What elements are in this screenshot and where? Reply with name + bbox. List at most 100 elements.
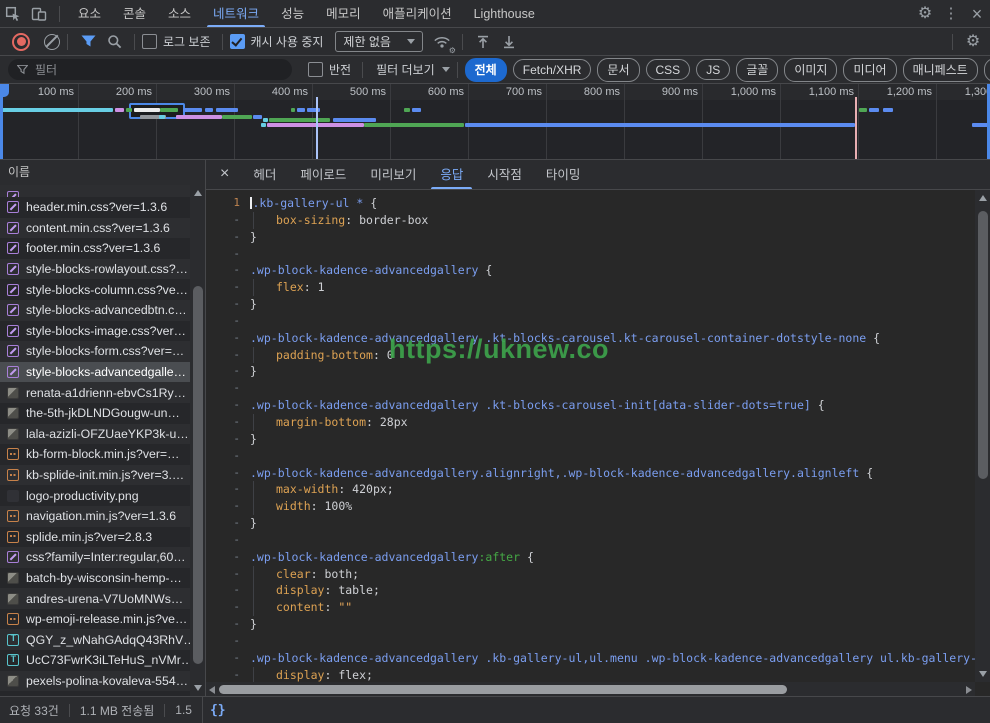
detail-tab-6[interactable]: 타이밍 — [534, 160, 593, 189]
request-row-10[interactable]: style-blocks-advancedgalle… — [0, 362, 190, 383]
network-overview-timeline[interactable]: 100 ms200 ms300 ms400 ms500 ms600 ms700 … — [0, 84, 990, 160]
timeline-gridline — [78, 84, 79, 159]
hscrollbar-thumb[interactable] — [219, 685, 787, 694]
detail-tab-4[interactable]: 응답 — [428, 160, 475, 189]
overview-left-handle-tab[interactable] — [0, 84, 9, 97]
import-har-icon[interactable] — [470, 31, 496, 53]
script-file-icon — [7, 531, 19, 543]
request-row-7[interactable]: style-blocks-advancedbtn.c… — [0, 300, 190, 321]
request-row-3[interactable]: content.min.css?ver=1.3.6 — [0, 218, 190, 239]
request-row-16[interactable]: logo-productivity.png — [0, 485, 190, 506]
filter-pill-9[interactable]: 매니페스트 — [903, 58, 978, 82]
search-icon[interactable] — [101, 31, 127, 53]
devtools-tab-4[interactable]: 네트워크 — [202, 0, 270, 27]
request-row-22[interactable]: wp-emoji-release.min.js?ve… — [0, 609, 190, 630]
filter-pill-8[interactable]: 미디어 — [843, 58, 896, 82]
request-row-8[interactable]: style-blocks-image.css?ver… — [0, 321, 190, 342]
request-row-5[interactable]: style-blocks-rowlayout.css?… — [0, 259, 190, 280]
response-code-view[interactable]: 1.kb-gallery-ul * {-box-sizing: border-b… — [206, 190, 975, 682]
scroll-up-icon[interactable] — [194, 190, 202, 196]
close-detail-panel-icon[interactable]: × — [206, 165, 241, 185]
scroll-down-icon[interactable] — [979, 671, 987, 677]
scrollbar-thumb[interactable] — [193, 286, 203, 664]
request-list-header-name[interactable]: 이름 — [0, 160, 205, 186]
request-row-4[interactable]: footer.min.css?ver=1.3.6 — [0, 238, 190, 259]
network-conditions-icon[interactable]: ⚙ — [429, 31, 455, 53]
filter-pill-2[interactable]: Fetch/XHR — [513, 59, 592, 80]
detail-tab-3[interactable]: 미리보기 — [358, 160, 428, 189]
request-row-11[interactable]: renata-a1drienn-ebvCs1Ry… — [0, 382, 190, 403]
request-row-12[interactable]: the-5th-jkDLNDGougw-un… — [0, 403, 190, 424]
throttling-dropdown[interactable]: 제한 없음 — [335, 31, 423, 52]
filter-pill-6[interactable]: 글꼴 — [736, 58, 778, 82]
request-row-14[interactable]: kb-form-block.min.js?ver=… — [0, 444, 190, 465]
line-number-gutter: - — [206, 448, 240, 465]
code-line: -display: flex; — [206, 667, 975, 682]
line-number-gutter: - — [206, 279, 240, 296]
device-toolbar-icon[interactable] — [26, 3, 52, 25]
devtools-tab-7[interactable]: 애플리케이션 — [372, 0, 463, 27]
filter-input[interactable]: 필터 — [8, 59, 292, 80]
detail-tab-5[interactable]: 시작점 — [475, 160, 534, 189]
detail-tab-2[interactable]: 페이로드 — [288, 160, 358, 189]
waterfall-bar — [261, 123, 266, 127]
request-row-17[interactable]: navigation.min.js?ver=1.3.6 — [0, 506, 190, 527]
request-row-1[interactable] — [0, 185, 190, 197]
code-vertical-scrollbar[interactable] — [975, 190, 990, 682]
export-har-icon[interactable] — [496, 31, 522, 53]
request-row-13[interactable]: lala-azizli-OFZUaeYKP3k-u… — [0, 424, 190, 445]
stylesheet-file-icon — [7, 325, 19, 337]
timeline-tick-label: 900 ms — [628, 86, 698, 98]
scroll-left-icon[interactable] — [209, 686, 215, 694]
settings-gear-icon[interactable]: ⚙ — [912, 3, 938, 25]
inspect-element-icon[interactable] — [0, 3, 26, 25]
scroll-up-icon[interactable] — [979, 195, 987, 201]
code-horizontal-scrollbar[interactable] — [206, 682, 975, 696]
code-line: -.wp-block-kadence-advancedgallery.align… — [206, 465, 975, 482]
record-network-log-button[interactable] — [12, 33, 30, 51]
request-row-2[interactable]: header.min.css?ver=1.3.6 — [0, 197, 190, 218]
request-row-15[interactable]: kb-splide-init.min.js?ver=3.… — [0, 465, 190, 486]
request-row-6[interactable]: style-blocks-column.css?ve… — [0, 279, 190, 300]
filter-toggle-icon[interactable] — [75, 31, 101, 53]
image-file-icon — [7, 593, 19, 605]
scroll-right-icon[interactable] — [966, 686, 972, 694]
filter-pill-3[interactable]: 문서 — [597, 58, 639, 82]
invert-checkbox[interactable] — [308, 62, 323, 77]
request-row-19[interactable]: css?family=Inter:regular,60… — [0, 547, 190, 568]
network-settings-gear-icon[interactable]: ⚙ — [960, 31, 986, 53]
filter-pill-10[interactable]: 소켓 — [984, 58, 990, 82]
filter-pill-7[interactable]: 이미지 — [784, 58, 837, 82]
code-line: -} — [206, 296, 975, 313]
preserve-log-checkbox[interactable] — [142, 34, 157, 49]
scroll-down-icon[interactable] — [194, 685, 202, 691]
request-row-18[interactable]: splide.min.js?ver=2.8.3 — [0, 527, 190, 548]
request-row-9[interactable]: style-blocks-form.css?ver=… — [0, 341, 190, 362]
devtools-tab-5[interactable]: 성능 — [270, 0, 315, 27]
filter-pill-1[interactable]: 전체 — [465, 58, 507, 82]
request-list-scrollbar[interactable] — [190, 185, 205, 696]
more-options-icon[interactable]: ⋮ — [938, 3, 964, 25]
vscrollbar-thumb[interactable] — [978, 211, 988, 479]
filter-pill-4[interactable]: CSS — [646, 59, 691, 80]
filter-pill-5[interactable]: JS — [696, 59, 730, 80]
more-filters-label[interactable]: 필터 더보기 — [376, 61, 435, 78]
devtools-tab-8[interactable]: Lighthouse — [463, 0, 546, 27]
request-row-24[interactable]: UcC73FwrK3iLTeHuS_nVMr… — [0, 650, 190, 671]
disable-cache-checkbox[interactable] — [230, 34, 245, 49]
close-devtools-icon[interactable]: × — [964, 3, 990, 25]
code-line: -margin-bottom: 28px — [206, 414, 975, 431]
request-row-21[interactable]: andres-urena-V7UoMNWs… — [0, 588, 190, 609]
detail-tab-1[interactable]: 헤더 — [241, 160, 288, 189]
devtools-tab-3[interactable]: 소스 — [157, 0, 202, 27]
request-name: style-blocks-form.css?ver=… — [26, 344, 184, 358]
request-row-20[interactable]: batch-by-wisconsin-hemp-… — [0, 568, 190, 589]
request-row-25[interactable]: pexels-polina-kovaleva-554… — [0, 671, 190, 692]
clear-network-log-button[interactable] — [44, 34, 60, 50]
request-row-23[interactable]: QGY_z_wNahGAdqQ43RhV… — [0, 629, 190, 650]
pretty-print-icon[interactable]: {} — [203, 703, 226, 718]
devtools-tab-1[interactable]: 요소 — [67, 0, 112, 27]
devtools-tab-6[interactable]: 메모리 — [315, 0, 372, 27]
waterfall-bar — [972, 123, 988, 127]
devtools-tab-2[interactable]: 콘솔 — [112, 0, 157, 27]
